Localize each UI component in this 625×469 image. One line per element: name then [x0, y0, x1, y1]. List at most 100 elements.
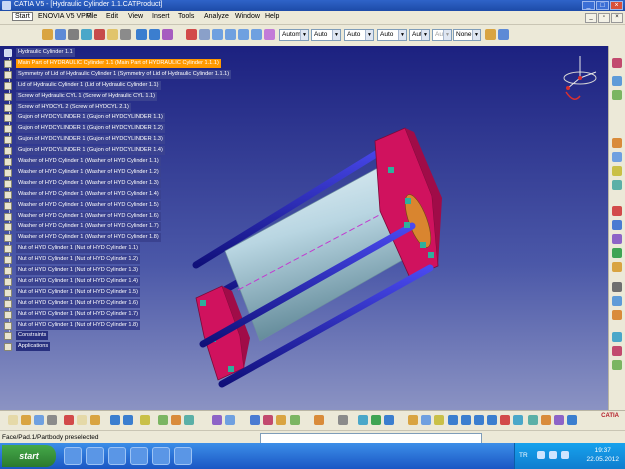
scene-icon[interactable] — [612, 360, 622, 370]
copy-tool-icon[interactable] — [77, 415, 87, 425]
menu-start[interactable]: Start — [12, 12, 33, 21]
close-button[interactable]: × — [610, 1, 623, 10]
menu-insert[interactable]: Insert — [152, 13, 170, 20]
knowledge-icon[interactable] — [225, 415, 235, 425]
menu-window[interactable]: Window — [235, 13, 260, 20]
search-tool-icon[interactable] — [184, 415, 194, 425]
save-icon[interactable] — [68, 29, 79, 40]
taskbar-app-5[interactable] — [152, 447, 170, 465]
angle-constraint-icon[interactable] — [612, 248, 622, 258]
network-icon[interactable] — [537, 451, 545, 459]
fix-component-icon[interactable] — [612, 262, 622, 272]
menu-enovia[interactable]: ENOVIA V5 VPM — [38, 13, 92, 20]
combo-transparency[interactable]: Auto ▼ — [311, 29, 341, 41]
taskbar-app-6[interactable] — [174, 447, 192, 465]
taskbar-app-2[interactable] — [86, 447, 104, 465]
undo-tool-icon[interactable] — [110, 415, 120, 425]
look-at-icon[interactable] — [434, 415, 444, 425]
cursor-select-icon[interactable] — [338, 415, 348, 425]
formula-icon[interactable] — [212, 415, 222, 425]
save-document-icon[interactable] — [34, 415, 44, 425]
render-style-icon[interactable] — [264, 29, 275, 40]
fit-all-in-icon[interactable] — [421, 415, 431, 425]
update-icon[interactable] — [612, 282, 622, 292]
zoom-in-view-icon[interactable] — [474, 415, 484, 425]
volume-icon[interactable] — [549, 451, 557, 459]
grid-icon[interactable] — [314, 415, 324, 425]
pan-view-icon[interactable] — [448, 415, 458, 425]
distance-analysis-icon[interactable] — [263, 415, 273, 425]
catalog-icon[interactable] — [171, 415, 181, 425]
view-direction-icon[interactable] — [500, 415, 510, 425]
snap-icon[interactable] — [612, 152, 622, 162]
combo-layer[interactable]: None ▼ — [453, 29, 481, 41]
combo-color[interactable]: Autom· ▼ — [279, 29, 309, 41]
taskbar-app-3[interactable] — [108, 447, 126, 465]
redo-icon[interactable] — [149, 29, 160, 40]
language-indicator[interactable]: TR — [519, 452, 528, 459]
undo-icon[interactable] — [136, 29, 147, 40]
compass-icon[interactable] — [556, 52, 604, 110]
axis-system-icon[interactable] — [371, 415, 381, 425]
doc-minimize-button[interactable]: _ — [585, 13, 597, 23]
menu-tools[interactable]: Tools — [178, 13, 194, 20]
combo-point-type[interactable]: Aut ▼ — [409, 29, 430, 41]
sketcher-icon[interactable] — [612, 58, 622, 68]
coincidence-constraint-icon[interactable] — [612, 206, 622, 216]
graphic-properties-icon[interactable] — [498, 29, 509, 40]
group-icon[interactable] — [290, 415, 300, 425]
swap-visible-space-icon[interactable] — [554, 415, 564, 425]
paste-icon[interactable] — [120, 29, 131, 40]
menu-view[interactable]: View — [128, 13, 143, 20]
rotate-icon[interactable] — [225, 29, 236, 40]
zoom-out-icon[interactable] — [251, 29, 262, 40]
rotate-view-icon[interactable] — [461, 415, 471, 425]
bill-of-material-icon[interactable] — [612, 310, 622, 320]
3d-viewport[interactable]: Hydraulic Cylinder 1.1 Main Part of HYDRA… — [0, 46, 608, 410]
doc-close-button[interactable]: × — [611, 13, 623, 23]
offset-constraint-icon[interactable] — [612, 234, 622, 244]
start-button[interactable]: start — [2, 445, 56, 467]
whats-this-icon[interactable] — [162, 29, 173, 40]
fly-mode-icon[interactable] — [186, 29, 197, 40]
fly-icon[interactable] — [408, 415, 418, 425]
cut-icon[interactable] — [94, 29, 105, 40]
print-document-icon[interactable] — [47, 415, 57, 425]
redo-tool-icon[interactable] — [123, 415, 133, 425]
combo-line-type[interactable]: Auto ▼ — [377, 29, 407, 41]
fit-all-icon[interactable] — [199, 29, 210, 40]
assembly-icon[interactable] — [612, 76, 622, 86]
annotation-icon[interactable] — [612, 332, 622, 342]
sectioning-icon[interactable] — [250, 415, 260, 425]
clash-icon[interactable] — [612, 180, 622, 190]
product-structure-icon[interactable] — [158, 415, 168, 425]
security-icon[interactable] — [561, 451, 569, 459]
doc-restore-button[interactable]: ▫ — [598, 13, 610, 23]
copy-icon[interactable] — [107, 29, 118, 40]
multi-view-icon[interactable] — [567, 415, 577, 425]
new-icon[interactable] — [42, 29, 53, 40]
menu-file[interactable]: File — [86, 13, 97, 20]
select-tool-icon[interactable] — [140, 415, 150, 425]
menu-analyze[interactable]: Analyze — [204, 13, 229, 20]
measure-icon[interactable] — [612, 296, 622, 306]
zoom-in-icon[interactable] — [238, 29, 249, 40]
view-mode-icon[interactable] — [358, 415, 368, 425]
combo-render-style[interactable]: Aut ▼ — [432, 29, 452, 41]
normal-view-icon[interactable] — [384, 415, 394, 425]
isometric-view-icon[interactable] — [513, 415, 523, 425]
open-document-icon[interactable] — [21, 415, 31, 425]
print-icon[interactable] — [81, 29, 92, 40]
menu-edit[interactable]: Edit — [106, 13, 118, 20]
cut-tool-icon[interactable] — [64, 415, 74, 425]
manipulation-icon[interactable] — [612, 138, 622, 148]
taskbar-app-1[interactable] — [64, 447, 82, 465]
zoom-out-view-icon[interactable] — [487, 415, 497, 425]
taskbar-app-4[interactable] — [130, 447, 148, 465]
menu-help[interactable]: Help — [265, 13, 279, 20]
weld-icon[interactable] — [612, 346, 622, 356]
compute-clash-icon[interactable] — [276, 415, 286, 425]
open-icon[interactable] — [55, 29, 66, 40]
shading-icon[interactable] — [528, 415, 538, 425]
combo-line-thickness[interactable]: Auto ▼ — [344, 29, 374, 41]
